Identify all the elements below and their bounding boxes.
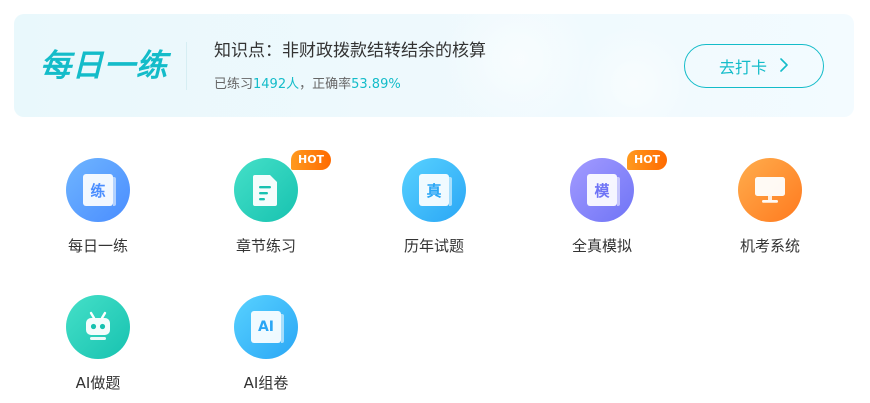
grid-item-computer-exam[interactable]: 机考系统 bbox=[710, 158, 830, 268]
stats-rate: 53.89% bbox=[351, 77, 401, 92]
stats-count: 1492人 bbox=[253, 77, 300, 92]
book-lian-icon: 练 bbox=[66, 158, 130, 222]
stats-prefix: 已练习 bbox=[214, 77, 254, 92]
book-ai-icon: AI bbox=[234, 295, 298, 359]
stats-mid: ，正确率 bbox=[299, 77, 352, 92]
monitor-icon bbox=[738, 158, 802, 222]
banner-decoration bbox=[444, 14, 594, 117]
banner-divider bbox=[186, 42, 187, 90]
book-mo-icon: 模 bbox=[570, 158, 634, 222]
grid-item-label: 机考系统 bbox=[739, 237, 800, 255]
grid-item-label: 章节练习 bbox=[235, 237, 296, 255]
grid-item-mock-exam[interactable]: 模 HOT 全真模拟 bbox=[542, 150, 668, 268]
knowledge-point: 知识点：非财政拨款结转结余的核算 bbox=[214, 41, 486, 61]
icon-glyph: 真 bbox=[419, 174, 452, 206]
grid-item-ai-paper[interactable]: AI AI组卷 bbox=[206, 295, 326, 403]
grid-item-label: 每日一练 bbox=[67, 237, 128, 255]
grid-item-daily-practice[interactable]: 练 每日一练 bbox=[38, 158, 158, 268]
grid-item-chapter-practice[interactable]: HOT 章节练习 bbox=[206, 150, 332, 268]
grid-item-label: 全真模拟 bbox=[571, 237, 632, 255]
daily-practice-banner: 每日一练 知识点：非财政拨款结转结余的核算 已练习1492人，正确率53.89%… bbox=[14, 14, 854, 117]
icon-glyph: 模 bbox=[587, 174, 620, 206]
banner-title: 每日一练 bbox=[40, 48, 168, 84]
hot-badge: HOT bbox=[291, 150, 332, 170]
banner-decoration bbox=[574, 24, 694, 117]
icon-glyph: 练 bbox=[83, 174, 116, 206]
practice-stats: 已练习1492人，正确率53.89% bbox=[214, 76, 401, 94]
hot-badge: HOT bbox=[627, 150, 668, 170]
grid-item-label: AI做题 bbox=[75, 374, 121, 392]
grid-item-label: AI组卷 bbox=[243, 374, 289, 392]
document-icon bbox=[234, 158, 298, 222]
book-zhen-icon: 真 bbox=[402, 158, 466, 222]
robot-icon bbox=[66, 295, 130, 359]
icon-glyph: AI bbox=[251, 311, 284, 343]
grid-item-label: 历年试题 bbox=[403, 237, 464, 255]
chevron-right-icon bbox=[779, 57, 789, 75]
grid-item-past-exams[interactable]: 真 历年试题 bbox=[374, 158, 494, 268]
checkin-button[interactable]: 去打卡 bbox=[684, 44, 824, 88]
grid-item-ai-practice[interactable]: AI做题 bbox=[38, 295, 158, 403]
checkin-label: 去打卡 bbox=[718, 58, 767, 77]
